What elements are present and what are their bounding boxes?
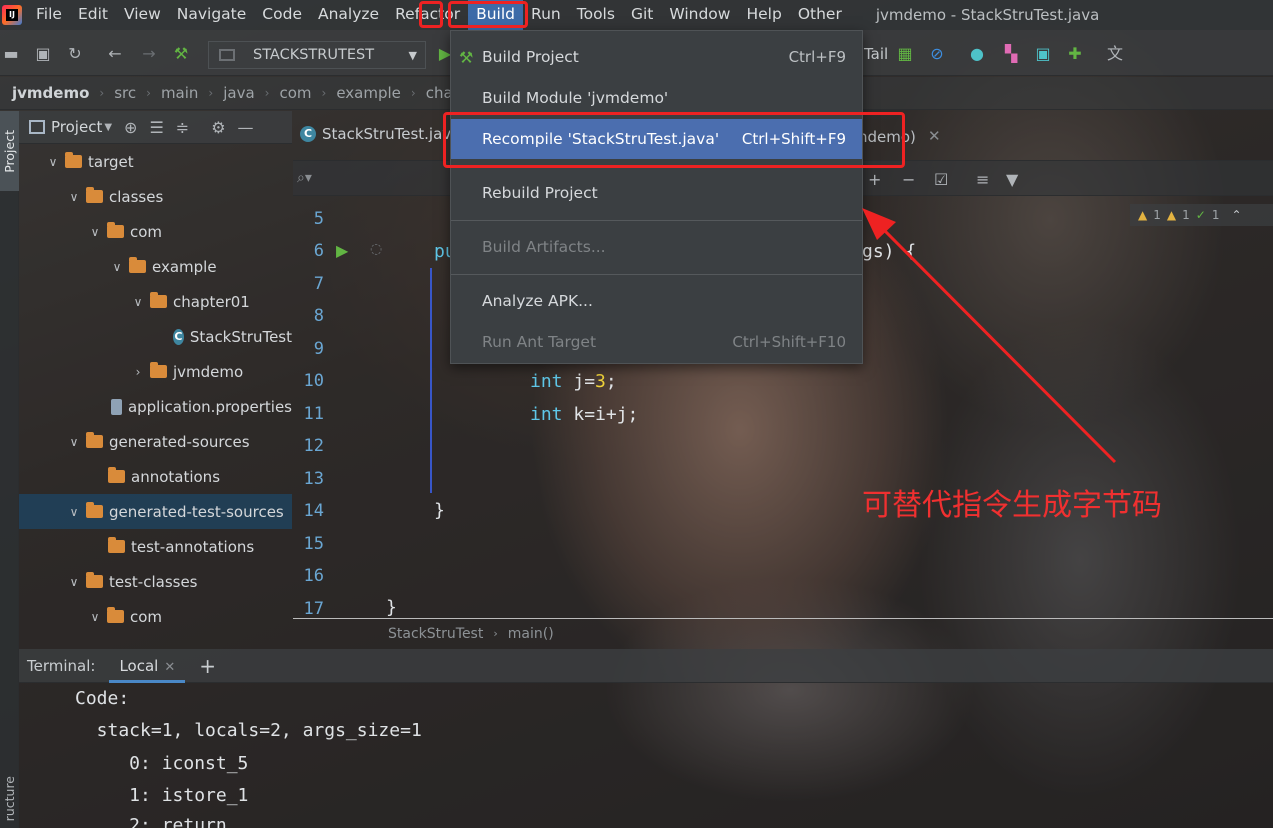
annotation-text: 可替代指令生成字节码 — [862, 488, 1162, 523]
annotation-arrow — [862, 208, 1117, 464]
